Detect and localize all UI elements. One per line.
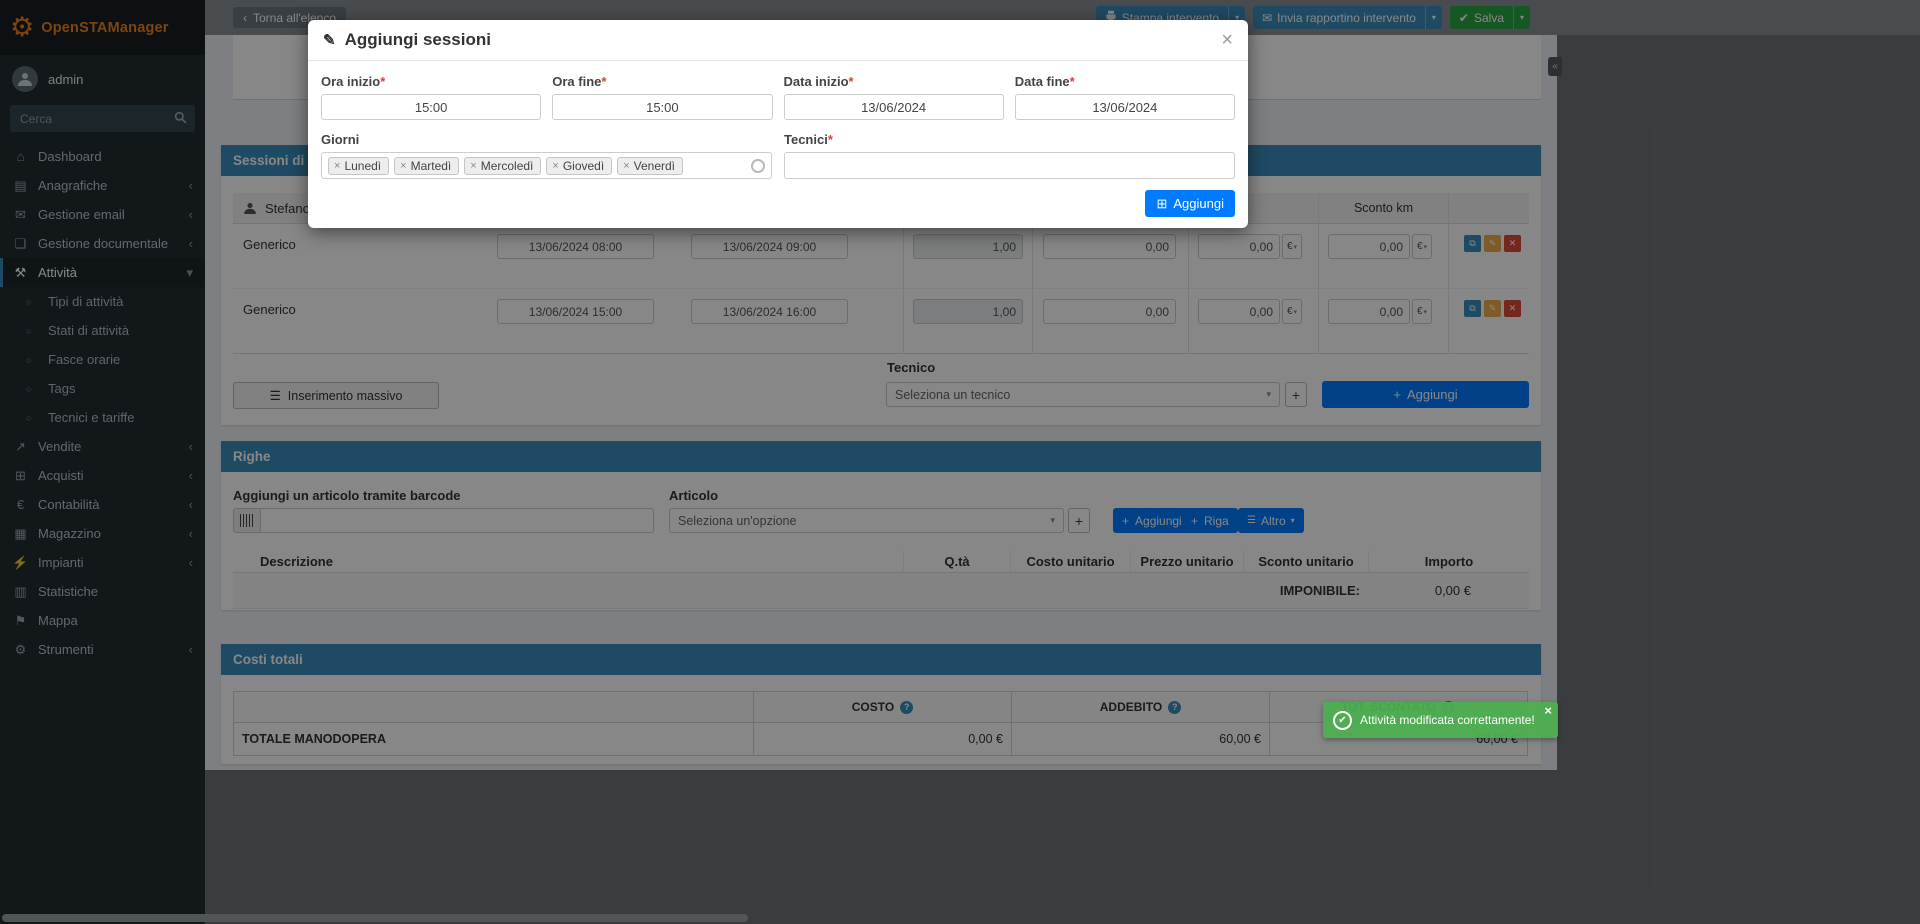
ora-fine-group: Ora fine* xyxy=(552,74,772,120)
modal-close-button[interactable]: × xyxy=(1221,30,1233,50)
data-inizio-label: Data inizio* xyxy=(784,74,1004,89)
day-tag[interactable]: ×Martedì xyxy=(394,157,459,175)
openstamanager-app: ⚙ OpenSTAManager admin ⌂Dashboard ▤Anagr… xyxy=(0,0,1920,924)
check-circle-icon: ✔ xyxy=(1333,711,1352,730)
remove-tag-icon[interactable]: × xyxy=(400,160,406,172)
remove-tag-icon[interactable]: × xyxy=(470,160,476,172)
required-mark: * xyxy=(380,74,385,89)
modal-title: ✎ Aggiungi sessioni xyxy=(323,30,491,50)
giorni-tag-input[interactable]: ×Lunedì ×Martedì ×Mercoledì ×Giovedì ×Ve… xyxy=(321,152,772,179)
data-fine-label: Data fine* xyxy=(1015,74,1235,89)
data-fine-input[interactable] xyxy=(1015,94,1235,120)
ora-inizio-input[interactable] xyxy=(321,94,541,120)
ora-fine-label: Ora fine* xyxy=(552,74,772,89)
clear-tags-button[interactable] xyxy=(751,159,765,173)
required-mark: * xyxy=(828,132,833,147)
data-inizio-group: Data inizio* xyxy=(784,74,1004,120)
data-fine-group: Data fine* xyxy=(1015,74,1235,120)
data-inizio-input[interactable] xyxy=(784,94,1004,120)
modal-header: ✎ Aggiungi sessioni × xyxy=(308,20,1248,61)
modal-body: Ora inizio* Ora fine* Data inizio* Data … xyxy=(308,61,1248,228)
modal-submit-button[interactable]: ⊞Aggiungi xyxy=(1145,190,1235,217)
toast-message: Attività modificata correttamente! xyxy=(1360,713,1535,727)
ora-inizio-label: Ora inizio* xyxy=(321,74,541,89)
tecnici-group: Tecnici* xyxy=(784,132,1235,179)
modal-footer: ⊞Aggiungi xyxy=(321,190,1235,217)
day-tag[interactable]: ×Lunedì xyxy=(328,157,389,175)
remove-tag-icon[interactable]: × xyxy=(334,160,340,172)
giorni-group: Giorni ×Lunedì ×Martedì ×Mercoledì ×Giov… xyxy=(321,132,772,179)
remove-tag-icon[interactable]: × xyxy=(552,160,558,172)
remove-tag-icon[interactable]: × xyxy=(623,160,629,172)
giorni-label: Giorni xyxy=(321,132,772,147)
success-toast: ✔ Attività modificata correttamente! × xyxy=(1323,702,1558,738)
pencil-icon: ✎ xyxy=(323,31,336,49)
plus-square-icon: ⊞ xyxy=(1156,196,1167,212)
toast-close-icon[interactable]: × xyxy=(1544,703,1552,718)
tecnici-input[interactable] xyxy=(784,152,1235,179)
required-mark: * xyxy=(1070,74,1075,89)
day-tag[interactable]: ×Mercoledì xyxy=(464,157,541,175)
day-tag[interactable]: ×Venerdì xyxy=(617,157,683,175)
required-mark: * xyxy=(849,74,854,89)
ora-inizio-group: Ora inizio* xyxy=(321,74,541,120)
ora-fine-input[interactable] xyxy=(552,94,772,120)
add-sessions-modal: ✎ Aggiungi sessioni × Ora inizio* Ora fi… xyxy=(308,20,1248,228)
required-mark: * xyxy=(601,74,606,89)
tecnici-label: Tecnici* xyxy=(784,132,1235,147)
day-tag[interactable]: ×Giovedì xyxy=(546,157,612,175)
